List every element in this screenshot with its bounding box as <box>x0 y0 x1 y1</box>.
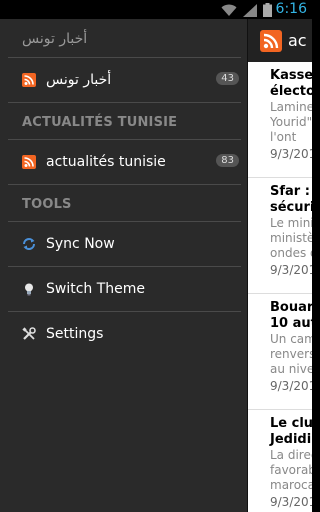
navigation-drawer: أخبار تونس أخبار تونس 43 ACTUALITÉS TUNI… <box>0 19 248 512</box>
article-snippet: Le minis <box>270 216 312 230</box>
article-title: Le club <box>270 416 312 431</box>
action-bar: ac <box>248 19 312 62</box>
article-title: électon <box>270 84 312 99</box>
article-date: 9/3/201 <box>270 379 312 393</box>
article-snippet: ondes d <box>270 246 312 260</box>
feed-item-akhbar-tounes[interactable]: أخبار تونس 43 <box>0 58 247 102</box>
switch-theme-button[interactable]: Switch Theme <box>0 267 247 311</box>
article-item[interactable]: Kassen électon Lamine Yourid" l'ont 9/3/… <box>248 62 312 178</box>
article-item[interactable]: Le club Jedidi La direc favorabl marocai… <box>248 410 312 512</box>
rss-icon <box>22 73 36 87</box>
article-snippet: au nivea <box>270 362 312 376</box>
clock: 6:16 <box>275 1 307 17</box>
rss-icon <box>22 155 36 169</box>
article-title: Kassen <box>270 68 312 83</box>
article-snippet: La direc <box>270 448 312 462</box>
unread-count-badge: 83 <box>216 154 239 167</box>
settings-label: Settings <box>46 326 104 342</box>
feed-label: actualités tunisie <box>46 154 166 170</box>
sync-now-label: Sync Now <box>46 236 115 252</box>
sync-icon <box>22 237 36 251</box>
article-snippet: Yourid" <box>270 115 312 129</box>
drawer-header: أخبار تونس <box>22 31 88 47</box>
sync-now-button[interactable]: Sync Now <box>0 222 247 266</box>
article-date: 9/3/201 <box>270 263 312 277</box>
feed-label: أخبار تونس <box>46 72 112 88</box>
status-bar: 6:16 <box>0 0 312 19</box>
article-title: Jedidi <box>270 432 312 447</box>
article-date: 9/3/201 <box>270 495 312 509</box>
feed-item-actualites-tunisie[interactable]: actualités tunisie 83 <box>0 140 247 184</box>
article-snippet: favorabl <box>270 463 312 477</box>
article-snippet: Un cam <box>270 332 312 346</box>
settings-icon <box>22 327 36 341</box>
action-bar-title: ac <box>288 31 307 50</box>
unread-count-badge: 43 <box>216 72 239 85</box>
article-snippet: ministèr <box>270 231 312 245</box>
article-date: 9/3/201 <box>270 147 312 161</box>
article-item[interactable]: Sfar : L sécuris Le minis ministèr ondes… <box>248 178 312 294</box>
article-title: 10 autu <box>270 316 312 331</box>
article-title: sécuris <box>270 200 312 215</box>
article-snippet: l'ont <box>270 130 297 144</box>
signal-icon <box>243 3 257 17</box>
article-snippet: Lamine <box>270 100 312 114</box>
settings-button[interactable]: Settings <box>0 312 247 356</box>
article-snippet: renvers <box>270 347 312 361</box>
wifi-icon <box>221 4 237 16</box>
bulb-icon <box>22 282 36 296</box>
section-title-actualites: ACTUALITÉS TUNISIE <box>22 115 178 130</box>
article-title: Bouarg <box>270 300 312 315</box>
article-snippet: marocai <box>270 478 312 492</box>
battery-icon <box>263 3 272 17</box>
section-title-tools: TOOLS <box>22 197 72 212</box>
article-item[interactable]: Bouarg 10 autu Un cam renvers au nivea 9… <box>248 294 312 410</box>
switch-theme-label: Switch Theme <box>46 281 146 297</box>
rss-icon[interactable] <box>260 29 282 52</box>
article-title: Sfar : L <box>270 184 312 199</box>
article-list-pane: ac Kassen électon Lamine Yourid" l'ont 9… <box>248 19 312 512</box>
